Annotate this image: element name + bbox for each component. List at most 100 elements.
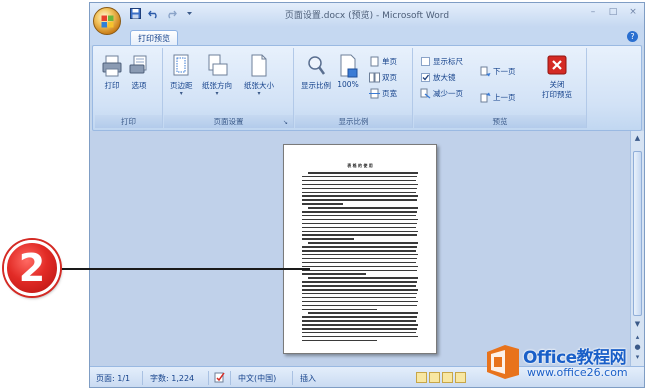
two-pages-icon [369,72,380,83]
magnifier-checkbox[interactable]: 放大镜 [420,72,456,83]
document-text-line [302,226,416,229]
window-title: 页面设置.docx (预览) - Microsoft Word [284,11,450,21]
page-width-button[interactable]: 页宽 [369,88,397,99]
help-icon[interactable]: ? [627,31,638,42]
web-layout-view-icon[interactable] [442,372,453,383]
page-width-icon [369,88,380,99]
group-zoom: 显示比例 100% 单页 双页 页宽 显示比例 [295,48,413,128]
close-preview-icon [547,55,567,75]
close-preview-label: 关闭 打印预览 [542,80,572,99]
document-text-line [302,183,418,186]
language[interactable]: 中文(中国) [238,373,276,384]
document-preview-area[interactable]: 表 格 的 使 用 [90,131,630,366]
next-page-label: 下一页 [493,67,516,76]
zoom-label: 显示比例 [301,81,331,90]
proofing-icon[interactable] [214,372,225,383]
document-text-line [302,191,416,194]
watermark-url: www.office26.com [527,366,628,379]
document-text-line [302,324,418,326]
document-page[interactable]: 表 格 的 使 用 [283,144,437,354]
document-text-line [308,207,418,209]
checkbox-checked-icon [421,73,430,82]
outline-view-icon[interactable] [455,372,466,383]
document-text-line [302,203,343,205]
next-page-button[interactable]: 下一页 [480,66,516,77]
document-text-line [302,273,366,275]
document-text-line [302,328,417,330]
shrink-page-icon [420,88,431,99]
group-print: 打印 选项 打印 [95,48,163,128]
ribbon: 打印 选项 打印 页边距 ▾ 纸张方向 ▾ 纸张大小 ▾ 页面设置 ↘ 显示比例… [92,45,642,131]
document-text-line [302,257,417,260]
group-preview: 显示标尺 放大镜 减少一页 下一页 上一页 关闭 打印预览 预览 [414,48,587,128]
paper-size-icon [251,54,267,77]
margins-button[interactable]: 页边距 ▾ [170,54,193,97]
printer-icon [102,55,122,77]
next-page-icon [480,66,491,77]
document-text-line [302,211,417,213]
shrink-one-page-button[interactable]: 减少一页 [420,88,463,99]
tab-print-preview[interactable]: 打印预览 [130,30,178,46]
page-width-label: 页宽 [382,89,397,98]
scroll-up-icon[interactable]: ▲ [632,133,643,144]
orientation-icon [208,54,228,76]
document-text-line [308,312,418,314]
document-text-line [302,238,355,240]
options-button[interactable]: 选项 [128,54,150,91]
maximize-icon[interactable]: □ [608,7,618,17]
document-text-line [302,296,416,299]
print-layout-view-icon[interactable] [416,372,427,383]
document-text-line [308,172,418,174]
options-label: 选项 [131,81,147,90]
magnifier-label: 放大镜 [433,73,456,82]
document-text-line [308,277,418,279]
document-text-line [302,269,417,272]
group-label-preview: 预览 [414,115,586,128]
document-text-line [302,250,416,252]
document-text-line [302,175,417,178]
magnifier-icon [308,56,326,75]
document-text-line [302,195,418,197]
size-button[interactable]: 纸张大小 ▾ [244,54,274,97]
previous-page-button[interactable]: 上一页 [480,92,516,103]
document-text-line [302,285,416,287]
print-options-icon [129,55,147,74]
word-window: 页面设置.docx (预览) - Microsoft Word – □ × 打印… [89,2,645,388]
two-pages-label: 双页 [382,73,397,82]
show-ruler-checkbox[interactable]: 显示标尺 [420,56,463,67]
document-text-line [302,253,418,256]
zoom-100-button[interactable]: 100% [337,54,359,89]
close-icon[interactable]: × [628,7,638,17]
document-title: 表 格 的 使 用 [347,163,373,168]
word-count[interactable]: 字数: 1,224 [150,373,194,384]
two-pages-button[interactable]: 双页 [369,72,397,83]
vertical-scrollbar[interactable]: ▲ ▼ ▴ ● ▾ [630,131,644,366]
window-controls: – □ × [588,7,638,17]
zoom-100-label: 100% [337,80,359,89]
group-label-page-setup: 页面设置 [164,115,293,128]
step-number: 2 [18,246,46,290]
page-100-icon [340,54,358,78]
print-button[interactable]: 打印 [101,54,123,91]
document-text-line [302,308,378,311]
office-button[interactable] [93,7,121,35]
one-page-button[interactable]: 单页 [369,56,397,67]
close-preview-button[interactable]: 关闭 打印预览 [532,54,582,100]
insert-mode[interactable]: 插入 [300,373,316,384]
document-text-line [302,339,378,342]
orientation-dropdown-icon: ▾ [215,90,219,97]
scroll-down-icon[interactable]: ▼ [632,319,643,330]
watermark: Office教程网 www.office26.com [483,340,645,388]
page-setup-launcher-icon[interactable]: ↘ [283,119,290,126]
document-text-line [302,187,417,190]
margins-icon [173,54,189,76]
minimize-icon[interactable]: – [588,7,598,17]
document-text-line [302,289,418,291]
zoom-button[interactable]: 显示比例 [301,54,331,91]
document-text-line [302,199,417,201]
page-count[interactable]: 页面: 1/1 [96,373,130,384]
orientation-button[interactable]: 纸张方向 ▾ [202,54,232,97]
document-text-line [302,335,418,338]
full-screen-view-icon[interactable] [429,372,440,383]
scroll-thumb[interactable] [633,151,642,316]
